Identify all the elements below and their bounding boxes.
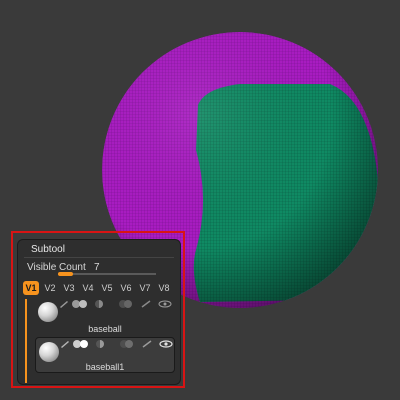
slider-fill[interactable] bbox=[58, 272, 73, 276]
eye-icon[interactable] bbox=[158, 300, 172, 308]
subtool-panel: Subtool Visible Count 7 V1 V2 V3 V4 V5 V… bbox=[17, 239, 181, 385]
title-divider bbox=[24, 257, 174, 258]
subtool-list-indicator bbox=[25, 299, 27, 383]
version-button-v5[interactable]: V5 bbox=[99, 281, 115, 295]
subtool-item-icons bbox=[60, 300, 172, 308]
brush-icon[interactable] bbox=[60, 301, 68, 308]
subtool-item-name: baseball bbox=[88, 324, 122, 334]
sphere-thumbnail-icon bbox=[38, 302, 58, 322]
sphere-thumbnail-icon bbox=[39, 342, 59, 362]
eye-icon[interactable] bbox=[159, 340, 173, 348]
version-button-v3[interactable]: V3 bbox=[61, 281, 77, 295]
visibility-toggle-icon[interactable] bbox=[72, 300, 87, 308]
version-button-v2[interactable]: V2 bbox=[42, 281, 58, 295]
subtool-item-icons bbox=[61, 340, 173, 348]
lock-icon[interactable] bbox=[142, 340, 152, 348]
version-button-v6[interactable]: V6 bbox=[118, 281, 134, 295]
visibility-toggle-icon[interactable] bbox=[73, 340, 88, 348]
visible-count-value: 7 bbox=[94, 262, 100, 273]
subtool-item-baseball1[interactable]: baseball1 bbox=[35, 337, 175, 373]
brush-icon[interactable] bbox=[61, 341, 69, 348]
polypaint-icon[interactable] bbox=[95, 300, 103, 308]
version-button-v8[interactable]: V8 bbox=[156, 281, 172, 295]
panel-title[interactable]: Subtool bbox=[31, 244, 65, 255]
version-button-v1[interactable]: V1 bbox=[23, 281, 39, 295]
version-buttons: V1 V2 V3 V4 V5 V6 V7 V8 bbox=[23, 281, 172, 295]
merge-icon[interactable] bbox=[120, 340, 133, 348]
lock-icon[interactable] bbox=[141, 300, 151, 308]
polypaint-icon[interactable] bbox=[96, 340, 104, 348]
subtool-item-baseball[interactable]: baseball bbox=[35, 298, 175, 334]
merge-icon[interactable] bbox=[119, 300, 132, 308]
version-button-v4[interactable]: V4 bbox=[80, 281, 96, 295]
version-button-v7[interactable]: V7 bbox=[137, 281, 153, 295]
visible-count-label: Visible Count bbox=[27, 262, 86, 273]
subtool-item-name: baseball1 bbox=[85, 362, 125, 372]
